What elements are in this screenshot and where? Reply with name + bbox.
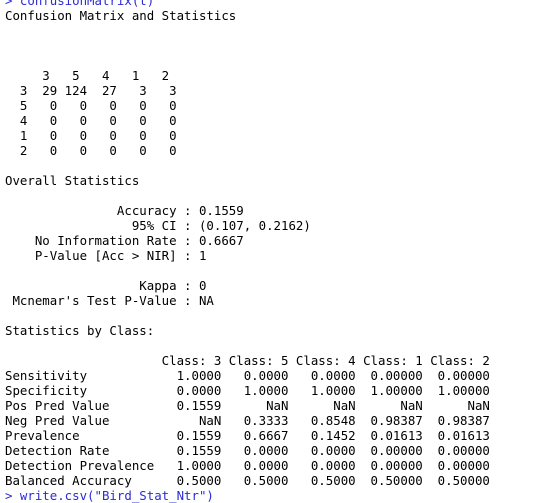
matrix-row: 4 0 0 0 0 0: [5, 113, 177, 128]
class-stat-row: Prevalence 0.1559 0.6667 0.1452 0.01613 …: [5, 428, 490, 443]
class-stat-row: Detection Prevalence 1.0000 0.0000 0.000…: [5, 458, 490, 473]
overall-stat-line: No Information Rate : 0.6667: [5, 233, 244, 248]
matrix-row: 2 0 0 0 0 0: [5, 143, 177, 158]
matrix-row: 1 0 0 0 0 0: [5, 128, 177, 143]
class-stat-row: Sensitivity 1.0000 0.0000 0.0000 0.00000…: [5, 368, 490, 383]
matrix-row: 3 29 124 27 3 3: [5, 83, 177, 98]
previous-command-line: > confusionMatrix(t): [5, 0, 155, 8]
output-title: Confusion Matrix and Statistics: [5, 8, 237, 23]
overall-stat-line: Kappa : 0: [5, 278, 207, 293]
overall-stat-line: 95% CI : (0.107, 0.2162): [5, 218, 311, 233]
class-statistics-heading: Statistics by Class:: [5, 323, 155, 338]
next-command-line: > write.csv("Bird_Stat_Ntr"): [5, 488, 214, 503]
overall-stat-line: P-Value [Acc > NIR] : 1: [5, 248, 207, 263]
overall-statistics-heading: Overall Statistics: [5, 173, 140, 188]
class-stat-row: Specificity 0.0000 1.0000 1.0000 1.00000…: [5, 383, 490, 398]
class-stat-row: Neg Pred Value NaN 0.3333 0.8548 0.98387…: [5, 413, 490, 428]
r-console-output: > confusionMatrix(t) Confusion Matrix and…: [5, 0, 490, 503]
matrix-header: 3 5 4 1 2: [5, 68, 170, 83]
overall-stat-line: Mcnemar's Test P-Value : NA: [5, 293, 214, 308]
matrix-row: 5 0 0 0 0 0: [5, 98, 177, 113]
class-stat-row: Balanced Accuracy 0.5000 0.5000 0.5000 0…: [5, 473, 490, 488]
class-stat-row: Detection Rate 0.1559 0.0000 0.0000 0.00…: [5, 443, 490, 458]
class-stat-row: Pos Pred Value 0.1559 NaN NaN NaN NaN: [5, 398, 490, 413]
overall-stat-line: Accuracy : 0.1559: [5, 203, 244, 218]
class-statistics-header: Class: 3 Class: 5 Class: 4 Class: 1 Clas…: [5, 353, 490, 368]
